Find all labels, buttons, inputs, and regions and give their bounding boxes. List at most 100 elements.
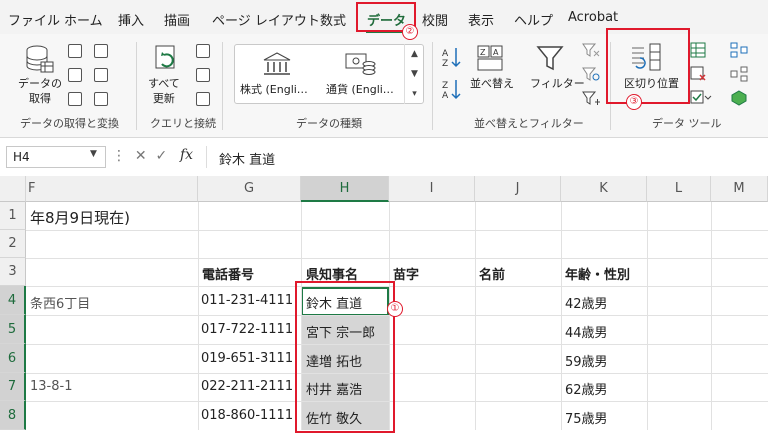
row-header-2[interactable]: 2 [0, 230, 26, 258]
cell-k5[interactable]: 44歳男 [565, 322, 608, 341]
cell-f4[interactable]: 条西6丁目 [30, 293, 90, 312]
ribbon-separator [432, 42, 433, 130]
column-header-l[interactable]: L [647, 176, 711, 202]
ribbon-separator [136, 42, 137, 130]
tab-draw[interactable]: 描画 [164, 10, 190, 29]
chevron-up-icon[interactable]: ▲ [405, 44, 424, 64]
cell-g3[interactable]: 電話番号 [202, 264, 254, 283]
stocks-button[interactable]: 株式 (Engli… [240, 82, 308, 97]
queries-connections-icon[interactable] [196, 44, 210, 58]
row-header-8[interactable]: 8 [0, 401, 26, 430]
select-all-corner[interactable] [0, 176, 26, 202]
grid-line [26, 258, 768, 259]
column-header-m[interactable]: M [711, 176, 768, 202]
flash-fill-icon[interactable] [690, 42, 706, 62]
grid-line [26, 373, 768, 374]
tab-view[interactable]: 表示 [468, 10, 494, 29]
recent-sources-icon[interactable] [94, 44, 108, 58]
row-header-6[interactable]: 6 [0, 344, 26, 373]
tab-review[interactable]: 校閲 [422, 10, 448, 29]
gallery-scroll[interactable]: ▲ ▼ ▾ [404, 44, 424, 104]
currency-icon[interactable] [344, 52, 376, 80]
sort-button[interactable]: 並べ替え [470, 76, 514, 91]
refresh-icon[interactable] [152, 44, 180, 78]
column-header-j[interactable]: J [475, 176, 561, 202]
get-data-button[interactable]: データの 取得 [18, 76, 62, 106]
data-model-icon[interactable] [730, 90, 748, 110]
grid-line [647, 202, 648, 430]
relationships-icon[interactable] [730, 66, 748, 86]
insert-function-button[interactable]: fx [180, 147, 193, 163]
grid-line [26, 401, 768, 402]
column-header-f[interactable]: F [26, 176, 198, 202]
properties-small-icon[interactable] [196, 68, 210, 82]
database-icon[interactable] [24, 44, 54, 78]
tab-insert[interactable]: 挿入 [118, 10, 144, 29]
cell-g5[interactable]: 017-722-1111 [201, 322, 293, 337]
column-header-k[interactable]: K [561, 176, 647, 202]
filter-icon[interactable] [536, 44, 564, 76]
bank-icon[interactable] [262, 52, 292, 80]
reapply-filter-icon[interactable] [582, 66, 600, 86]
formula-input[interactable]: 鈴木 直道 [206, 146, 766, 168]
tab-file[interactable]: ファイル [8, 10, 60, 29]
formula-controls: ⋮ ✕ ✓ [112, 148, 167, 164]
group-label-data-tools: データ ツール [652, 117, 722, 130]
cell-i3[interactable]: 苗字 [393, 264, 419, 283]
edit-links-icon[interactable] [196, 92, 210, 106]
column-header-h[interactable]: H [301, 176, 389, 202]
cell-k6[interactable]: 59歳男 [565, 351, 608, 370]
chevron-down-icon[interactable]: ▼ [405, 64, 424, 84]
from-text-icon[interactable] [68, 44, 82, 58]
tab-formulas[interactable]: 数式 [320, 10, 346, 29]
cell-j3[interactable]: 名前 [479, 264, 505, 283]
cell-k4[interactable]: 42歳男 [565, 293, 608, 312]
tab-help[interactable]: ヘルプ [514, 10, 553, 29]
grid-line [711, 202, 712, 430]
cell-g7[interactable]: 022-211-2111 [201, 379, 293, 394]
advanced-filter-icon[interactable] [582, 90, 600, 110]
clear-filter-icon[interactable] [582, 42, 600, 62]
tab-acrobat[interactable]: Acrobat [568, 10, 618, 25]
cell-k3[interactable]: 年齢・性別 [565, 264, 630, 283]
cell-k7[interactable]: 62歳男 [565, 379, 608, 398]
chevron-down-icon[interactable]: ▼ [90, 149, 97, 159]
row-header-7[interactable]: 7 [0, 373, 26, 401]
properties-icon[interactable] [94, 92, 108, 106]
row-header-5[interactable]: 5 [0, 315, 26, 344]
cell-g8[interactable]: 018-860-1111 [201, 408, 293, 423]
from-web-icon[interactable] [68, 68, 82, 82]
currency-button[interactable]: 通貨 (Engli… [326, 82, 394, 97]
cancel-icon[interactable]: ✕ [135, 148, 147, 164]
tab-page-layout[interactable]: ページ レイアウト [212, 10, 320, 29]
row-header-4[interactable]: 4 [0, 286, 26, 315]
from-table-icon[interactable] [68, 92, 82, 106]
svg-text:Z: Z [442, 81, 448, 91]
cell-g6[interactable]: 019-651-3111 [201, 351, 293, 366]
cell-f7[interactable]: 13-8-1 [30, 379, 72, 394]
enter-icon[interactable]: ✓ [156, 148, 168, 164]
cell-g4[interactable]: 011-231-4111 [201, 293, 293, 308]
existing-connections-icon[interactable] [94, 68, 108, 82]
cell-f1[interactable]: 年8月9日現在) [30, 207, 130, 228]
refresh-all-button[interactable]: すべて 更新 [148, 76, 180, 106]
cell-k8[interactable]: 75歳男 [565, 408, 608, 427]
data-validation-icon[interactable] [690, 90, 712, 110]
sort-icon[interactable]: ZA [476, 44, 504, 76]
more-icon[interactable]: ⋮ [112, 148, 126, 164]
filter-button[interactable]: フィルター [530, 76, 585, 91]
row-header-3[interactable]: 3 [0, 258, 26, 286]
sort-descending-icon[interactable]: ZA [442, 78, 462, 104]
column-header-i[interactable]: I [389, 176, 475, 202]
gallery-more-icon[interactable]: ▾ [405, 84, 424, 104]
grid-line [198, 202, 199, 430]
remove-duplicates-icon[interactable] [690, 66, 706, 86]
sort-ascending-icon[interactable]: AZ [442, 46, 462, 72]
annotation-box-names [295, 281, 395, 433]
tab-home[interactable]: ホーム [64, 10, 103, 29]
row-header-1[interactable]: 1 [0, 202, 26, 230]
column-header-g[interactable]: G [198, 176, 301, 202]
consolidate-icon[interactable] [730, 42, 748, 62]
group-label-get-transform: データの取得と変換 [20, 117, 119, 130]
grid-line [26, 344, 768, 345]
